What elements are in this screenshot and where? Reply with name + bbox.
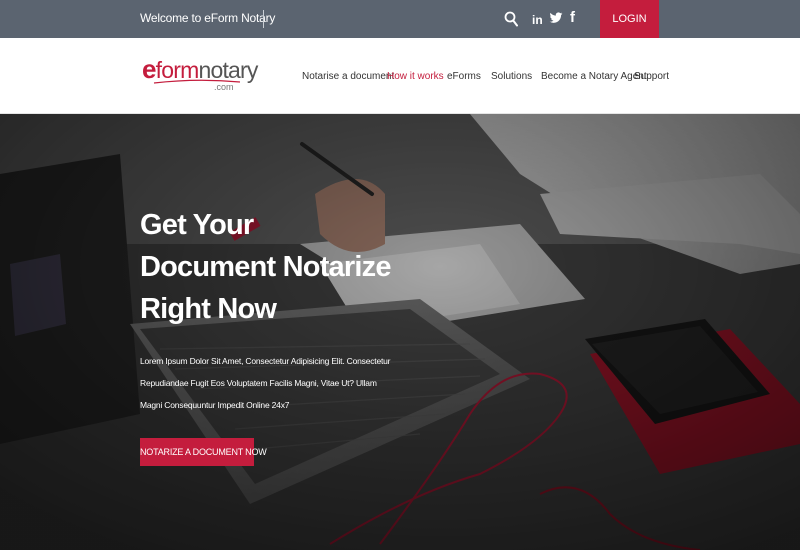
hero-title-line: Right Now — [140, 293, 277, 325]
hero-title-line: Document Notarize — [140, 251, 391, 283]
login-button[interactable]: LOGIN — [600, 0, 659, 38]
nav-item-notarise-a-document[interactable]: Notarise a document — [302, 71, 394, 82]
search-icon[interactable] — [504, 11, 518, 27]
nav-item-become-a-notary-agent[interactable]: Become a Notary Agent — [541, 71, 647, 82]
nav-item-eforms[interactable]: eForms — [447, 71, 481, 82]
hero-title: Get Your Document Notarize Right Now — [140, 204, 440, 330]
nav-item-solutions[interactable]: Solutions — [491, 71, 532, 82]
notarize-document-button[interactable]: NOTARIZE A DOCUMENT NOW — [140, 438, 267, 466]
facebook-icon[interactable]: f — [570, 9, 575, 27]
welcome-text: Welcome to eForm Notary — [140, 11, 276, 25]
main-navbar: eformnotary .com Notarise a document How… — [0, 38, 800, 114]
top-bar: Welcome to eForm Notary in f LOGIN — [0, 0, 800, 38]
linkedin-icon[interactable]: in — [532, 12, 543, 28]
hero-description: Lorem Ipsum Dolor Sit Amet, Consectetur … — [140, 356, 391, 410]
nav-item-support[interactable]: Support — [634, 71, 669, 82]
nav-links: Notarise a document How it works eForms … — [0, 38, 800, 114]
hero-overlay — [0, 114, 800, 550]
hero-section: Get Your Document Notarize Right Now Lor… — [0, 114, 800, 550]
twitter-icon[interactable] — [549, 11, 563, 25]
topbar-divider — [263, 10, 264, 28]
nav-item-how-it-works[interactable]: How it works — [387, 71, 444, 82]
hero-title-line: Get Your — [140, 209, 254, 241]
